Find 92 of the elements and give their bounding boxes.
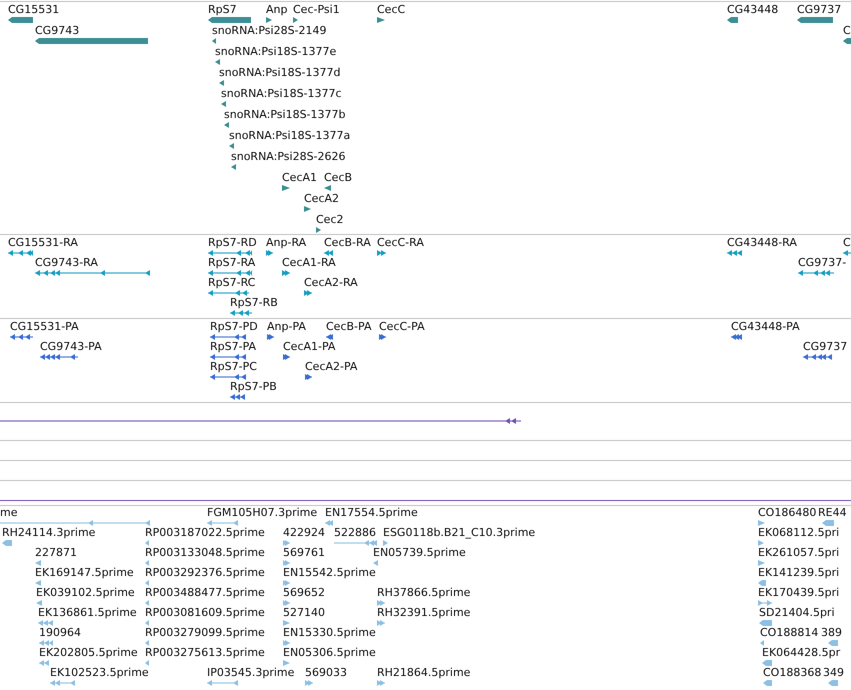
feature-label: CecC-RA [377,236,424,250]
feature-label: Anp [266,3,288,17]
feature-label: RpS7-RD [208,236,257,250]
feature-label: RH21864.5prime [377,666,470,680]
feature-label: EK136861.5prime [38,606,137,620]
feature-label: CecA2 [304,192,340,206]
feature-label: CG9737 [797,3,842,17]
feature-label: CecA1 [282,171,318,185]
feature-label: EK261057.5pri [758,546,840,560]
feature-label: snoRNA:Psi18S-1377e [215,45,336,59]
feature-label: Cec-Psi1 [293,3,340,17]
feature-label: RP003279099.5prime [145,626,265,640]
feature-label: snoRNA:Psi18S-1377d [219,66,340,80]
feature-label: IP03545.3prime [207,666,294,680]
feature-label: CecB [324,171,352,185]
feature-label: C [843,236,851,250]
feature-label: RpS7 [208,3,237,17]
feature-label: EN17554.5prime [325,506,418,520]
feature-label: 349 [823,666,844,680]
feature-label: CG9737 [803,340,848,354]
feature-label: EK064428.5pr [762,646,840,660]
feature-label: CecA2-RA [304,276,358,290]
feature-label: RH24114.3prime [2,526,96,540]
feature-label: RpS7-PB [230,380,277,394]
feature-label: snoRNA:Psi28S-2149 [212,24,327,38]
feature-label: FGM105H07.3prime [207,506,318,520]
feature-label: RP003275613.5prime [145,646,265,660]
feature-label: EN05739.5prime [373,546,466,560]
feature-label: RP003081609.5prime [145,606,265,620]
feature-label: CO188368 [763,666,822,680]
feature-label: 522886 [334,526,376,540]
feature-label: 422924 [283,526,325,540]
feature-label: CO188814 [760,626,818,640]
feature-label: CecA1-RA [282,256,336,270]
feature-label: RpS7-RA [208,256,256,270]
feature-label: RpS7-PA [210,340,256,354]
feature-label: CG43448-RA [727,236,797,250]
feature-label: CecA1-PA [283,340,336,354]
feature-label: 389 [821,626,842,640]
feature-label: CG9743 [35,24,80,38]
feature-label: CecB-RA [324,236,371,250]
feature-label: CecC [377,3,406,17]
feature-label: snoRNA:Psi18S-1377a [229,129,350,143]
feature-label: EN15330.5prime [283,626,376,640]
feature-label: CG9743-PA [40,340,102,354]
feature-label: me [0,506,18,520]
feature-label: RH37866.5prime [377,586,470,600]
feature-label: CG9743-RA [35,256,98,270]
feature-label: snoRNA:Psi18S-1377b [224,108,346,122]
feature-label: RH32391.5prime [377,606,470,620]
feature-label: CG15531 [8,3,60,17]
feature-label: CecB-PA [326,320,372,334]
feature-label: 569033 [305,666,347,680]
feature-label: EK039102.5prime [36,586,135,600]
feature-label: CG15531-PA [10,320,79,334]
feature-label: EK202805.5prime [39,646,138,660]
feature-label: SD21404.5pri [759,606,835,620]
feature-label: RpS7-PC [210,360,257,374]
feature-label: RP003292376.5prime [145,566,265,580]
feature-label: C [843,24,851,38]
feature-label: EN15542.5prime [283,566,376,580]
feature-label: snoRNA:Psi28S-2626 [231,150,346,164]
feature-label: Cec2 [316,213,344,227]
feature-label: CecC-PA [379,320,425,334]
feature-label: snoRNA:Psi18S-1377c [221,87,342,101]
feature-label: 569761 [283,546,325,560]
feature-label: RP003133048.5prime [145,546,265,560]
feature-label: 569652 [283,586,325,600]
feature-label: RpS7-RC [208,276,256,290]
feature-label: EK169147.5prime [35,566,134,580]
feature-label: CG9737- [798,256,846,270]
feature-label: RP003187022.5prime [145,526,265,540]
feature-label: RP003488477.5prime [145,586,265,600]
feature-label: CG15531-RA [8,236,78,250]
feature-label: EK068112.5pri [758,526,840,540]
feature-label: 527140 [283,606,325,620]
feature-label: EK141239.5pri [758,566,840,580]
feature-label: RpS7-PD [210,320,258,334]
feature-label: RE44 [818,506,847,520]
feature-label: RpS7-RB [230,296,278,310]
feature-label: 190964 [39,626,81,640]
feature-label: ESG0118b.B21_C10.3prime [383,526,536,540]
feature-label: Anp-RA [266,236,306,250]
feature-label: EK102523.5prime [50,666,149,680]
feature-label: CG43448-PA [731,320,800,334]
feature-label: CO186480 [758,506,816,520]
feature-label: CecA2-PA [305,360,358,374]
feature-label: Anp-PA [267,320,306,334]
feature-label: EN05306.5prime [283,646,376,660]
feature-label: 227871 [35,546,77,560]
feature-label: EK170439.5pri [758,586,840,600]
feature-label: CG43448 [727,3,778,17]
